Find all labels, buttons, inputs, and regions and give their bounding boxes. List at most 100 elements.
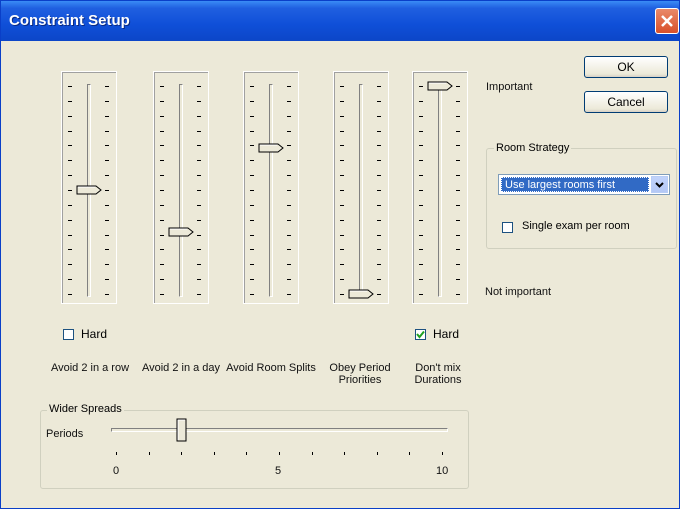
slider-tick xyxy=(160,131,164,132)
slider-tick xyxy=(419,145,423,146)
slider-tick xyxy=(68,101,72,102)
slider-tick xyxy=(197,220,201,221)
slider-thumb[interactable] xyxy=(76,185,102,195)
hard-label-right: Hard xyxy=(433,327,460,341)
slider-tick xyxy=(340,116,344,117)
close-button[interactable] xyxy=(655,8,679,34)
slider-tick xyxy=(160,249,164,250)
periods-tick xyxy=(116,452,117,455)
periods-tick xyxy=(377,452,378,455)
slider-thumb[interactable] xyxy=(427,81,453,91)
slider-avoid-room-splits[interactable] xyxy=(243,71,299,304)
slider-avoid-2-in-a-row[interactable] xyxy=(61,71,117,304)
hard-checkbox-dont-mix-durations[interactable] xyxy=(415,329,426,340)
slider-tick xyxy=(456,264,460,265)
slider-obey-period-priorities[interactable] xyxy=(333,71,389,304)
slider-tick xyxy=(377,145,381,146)
ok-button[interactable]: OK xyxy=(584,56,668,78)
label-avoid-2-in-a-day: Avoid 2 in a day xyxy=(141,362,221,374)
slider-tick xyxy=(287,279,291,280)
slider-tick xyxy=(340,220,344,221)
slider-tick xyxy=(456,131,460,132)
periods-slider-track[interactable] xyxy=(111,428,448,432)
slider-tick xyxy=(377,279,381,280)
slider-tick xyxy=(197,101,201,102)
slider-tick xyxy=(197,294,201,295)
important-label: Important xyxy=(486,81,533,93)
slider-tick xyxy=(456,294,460,295)
slider-tick xyxy=(340,145,344,146)
periods-tick-10: 10 xyxy=(436,465,449,477)
slider-tick xyxy=(105,145,109,146)
slider-tick xyxy=(377,160,381,161)
room-strategy-select[interactable]: Use largest rooms first xyxy=(498,174,670,195)
slider-tick xyxy=(377,175,381,176)
dropdown-arrow-icon[interactable] xyxy=(651,176,668,193)
slider-thumb[interactable] xyxy=(258,143,284,153)
slider-tick xyxy=(377,101,381,102)
slider-tick xyxy=(160,190,164,191)
hard-checkbox-avoid-2-in-a-row[interactable] xyxy=(63,329,74,340)
slider-tick xyxy=(160,160,164,161)
slider-tick xyxy=(287,86,291,87)
single-exam-label: Single exam per room xyxy=(522,220,630,232)
slider-tick xyxy=(377,86,381,87)
slider-tick xyxy=(250,116,254,117)
slider-tick xyxy=(419,175,423,176)
slider-tick xyxy=(340,264,344,265)
slider-tick xyxy=(250,220,254,221)
slider-tick xyxy=(340,279,344,280)
slider-tick xyxy=(340,190,344,191)
periods-tick xyxy=(409,452,410,455)
slider-tick xyxy=(340,175,344,176)
slider-tick xyxy=(377,205,381,206)
slider-tick xyxy=(340,160,344,161)
slider-tick xyxy=(68,249,72,250)
vertical-track[interactable] xyxy=(359,84,363,297)
periods-slider-thumb[interactable] xyxy=(176,418,187,442)
cancel-button[interactable]: Cancel xyxy=(584,91,668,113)
slider-tick xyxy=(456,190,460,191)
title-bar[interactable]: Constraint Setup xyxy=(1,1,679,41)
single-exam-checkbox[interactable] xyxy=(502,222,513,233)
slider-tick xyxy=(287,264,291,265)
slider-tick xyxy=(287,131,291,132)
slider-tick xyxy=(419,131,423,132)
slider-tick xyxy=(456,205,460,206)
slider-tick xyxy=(377,264,381,265)
slider-tick xyxy=(250,294,254,295)
constraint-setup-dialog: Constraint Setup Important Not important… xyxy=(0,0,680,509)
vertical-track[interactable] xyxy=(269,84,273,297)
slider-tick xyxy=(250,86,254,87)
slider-tick xyxy=(250,205,254,206)
slider-tick xyxy=(377,249,381,250)
slider-tick xyxy=(68,116,72,117)
slider-tick xyxy=(419,116,423,117)
slider-tick xyxy=(419,160,423,161)
periods-tick xyxy=(442,452,443,455)
slider-tick xyxy=(250,160,254,161)
slider-tick xyxy=(419,220,423,221)
slider-thumb[interactable] xyxy=(168,227,194,237)
slider-tick xyxy=(250,101,254,102)
slider-tick xyxy=(419,249,423,250)
slider-tick xyxy=(456,279,460,280)
slider-tick xyxy=(250,175,254,176)
slider-tick xyxy=(105,101,109,102)
slider-dont-mix-durations[interactable] xyxy=(412,71,468,304)
slider-tick xyxy=(68,131,72,132)
vertical-track[interactable] xyxy=(438,84,442,297)
slider-tick xyxy=(340,235,344,236)
label-dont-mix-durations: Don't mix Durations xyxy=(414,362,462,386)
slider-tick xyxy=(105,264,109,265)
slider-tick xyxy=(250,131,254,132)
slider-tick xyxy=(340,205,344,206)
slider-tick xyxy=(197,131,201,132)
slider-avoid-2-in-a-day[interactable] xyxy=(153,71,209,304)
periods-tick xyxy=(312,452,313,455)
slider-tick xyxy=(160,101,164,102)
slider-thumb[interactable] xyxy=(348,289,374,299)
vertical-track[interactable] xyxy=(179,84,183,297)
slider-tick xyxy=(419,101,423,102)
slider-tick xyxy=(105,235,109,236)
